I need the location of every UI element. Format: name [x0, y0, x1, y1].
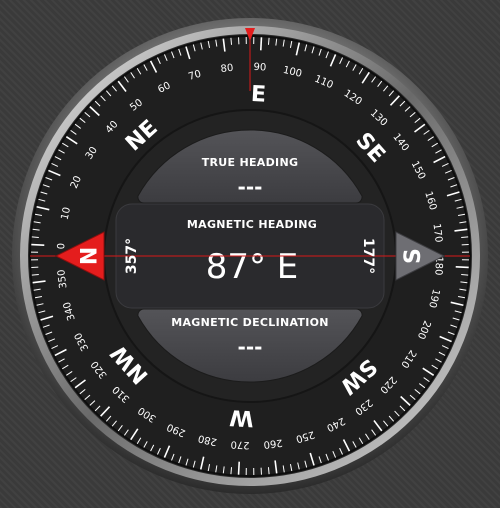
dial-tick [267, 37, 270, 45]
dial-tick [237, 461, 241, 475]
dial-tick [461, 259, 469, 261]
svg-text:W: W [229, 404, 255, 430]
true-heading-value: --- [238, 175, 263, 199]
cardinal-label-w: W [229, 404, 255, 430]
dial-tick [461, 273, 469, 276]
magnetic-declination-label: MAGNETIC DECLINATION [171, 316, 329, 329]
svg-text:S: S [401, 248, 426, 264]
dial-tick [230, 467, 233, 475]
degree-tick-label: 80 [220, 63, 234, 75]
dial-tick [245, 37, 247, 45]
right-bearing-label: 177° [360, 238, 376, 274]
magnetic-heading-label: MAGNETIC HEADING [187, 218, 317, 231]
svg-text:90: 90 [253, 62, 266, 74]
magnetic-heading-value: 87° E [206, 247, 299, 287]
dial-tick [253, 37, 255, 45]
svg-text:N: N [74, 247, 99, 265]
dial-tick [31, 259, 39, 261]
degree-tick-label: 170 [430, 223, 443, 243]
svg-text:270: 270 [230, 438, 250, 450]
svg-text:260: 260 [263, 436, 283, 449]
dial-tick [31, 251, 39, 253]
svg-text:0: 0 [56, 243, 67, 250]
degree-tick-label: 270 [230, 438, 250, 450]
dial-tick [31, 243, 45, 247]
degree-tick-label: 0 [56, 243, 67, 250]
dial-tick [245, 467, 247, 475]
svg-text:E: E [250, 82, 266, 108]
degree-tick-label: 90 [253, 62, 266, 74]
dial-tick [259, 37, 263, 51]
dial-tick [253, 467, 255, 475]
magnetic-declination-value: --- [238, 335, 263, 359]
dial-tick [455, 265, 469, 269]
svg-text:350: 350 [56, 269, 69, 289]
compass-dial: 010203040506070 80 90 100110120130140150160… [12, 18, 488, 494]
true-heading-label: TRUE HEADING [202, 156, 299, 169]
svg-text:80: 80 [220, 63, 234, 75]
dial-tick [461, 251, 469, 253]
dial-tick [31, 236, 39, 239]
svg-text:170: 170 [430, 223, 443, 243]
degree-tick-label: 350 [56, 269, 69, 289]
cardinal-label-e: E [250, 82, 266, 108]
left-bearing-label: 357° [124, 238, 140, 274]
degree-tick-label: 260 [263, 436, 283, 449]
